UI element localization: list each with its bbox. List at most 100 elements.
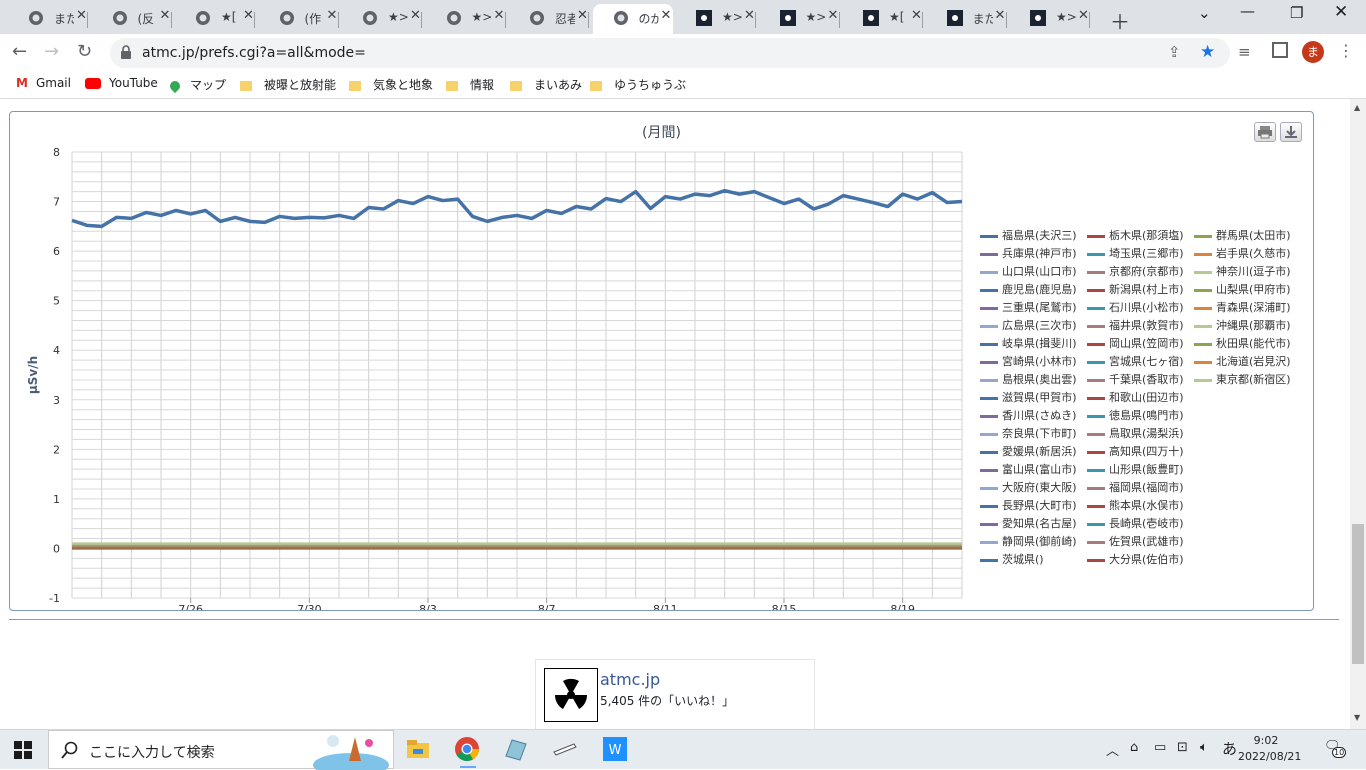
legend-item[interactable]: 愛媛県(新居浜) [980,443,1077,458]
legend-item[interactable]: 静岡県(御前崎) [980,533,1077,548]
battery-icon[interactable]: ▭ [1154,740,1166,755]
minimize-button[interactable]: — [1240,2,1255,20]
print-chart-button[interactable] [1254,122,1276,142]
browser-tab[interactable]: ★> ✕ [676,4,756,34]
ime-indicator[interactable]: あ [1222,738,1237,759]
legend-item[interactable]: 奈良県(下市町) [980,425,1077,440]
taskbar-clock[interactable]: 9:02 2022/08/21 [1238,733,1301,765]
browser-tab[interactable]: ★[✕ [175,4,255,34]
close-tab-icon[interactable]: ✕ [160,8,171,23]
browser-tab[interactable]: ★> ✕ [760,4,840,34]
legend-item[interactable]: 富山県(富山市) [980,461,1077,476]
legend-item[interactable]: 宮城県(七ヶ宿) [1087,353,1184,368]
word-processor-icon[interactable]: W [602,736,628,762]
bookmark-item[interactable]: 気象と地象 [349,76,433,93]
chrome-icon[interactable] [454,736,480,762]
legend-item[interactable]: 石川県(小松市) [1087,299,1184,314]
browser-tab[interactable]: ★[✕ [843,4,923,34]
legend-item[interactable]: 高知県(四万十) [1087,443,1184,458]
back-button[interactable]: ← [12,41,27,62]
legend-item[interactable]: 群馬県(太田市) [1194,227,1291,242]
close-tab-icon[interactable]: ✕ [744,8,755,23]
notification-center-icon[interactable]: 🗨︎ 10 [1324,739,1347,758]
share-icon[interactable]: ⇪ [1168,43,1181,61]
legend-item[interactable]: 京都府(京都市) [1087,263,1184,278]
legend-item[interactable]: 東京都(新宿区) [1194,371,1291,386]
legend-item[interactable]: 千葉県(香取市) [1087,371,1184,386]
legend-item[interactable]: 栃木県(那須塩) [1087,227,1184,242]
close-window-button[interactable]: ✕ [1334,2,1348,22]
remote-app-icon[interactable] [552,736,578,762]
windows-start-icon[interactable] [14,741,32,759]
close-tab-icon[interactable]: ✕ [828,8,839,23]
legend-item[interactable]: 福岡県(福岡市) [1087,479,1184,494]
scroll-up-arrow-icon[interactable]: ▲ [1354,103,1360,112]
legend-item[interactable]: 佐賀県(武雄市) [1087,533,1184,548]
legend-item[interactable]: 和歌山(田辺市) [1087,389,1184,404]
legend-item[interactable]: 大阪府(東大阪) [980,479,1077,494]
reload-button[interactable]: ↻ [77,41,92,62]
legend-item[interactable]: 山口県(山口市) [980,263,1077,278]
media-control-icon[interactable]: ≡ [1238,43,1251,61]
profile-avatar[interactable]: ま [1302,41,1324,63]
restore-button[interactable]: ❐ [1290,4,1303,22]
legend-item[interactable]: 兵庫県(神戸市) [980,245,1077,260]
address-bar[interactable]: atmc.jp/prefs.cgi?a=all&mode= ⇪ ★ [110,38,1230,68]
network-icon[interactable]: ⊡ [1177,740,1188,755]
export-chart-button[interactable] [1280,122,1302,142]
close-tab-icon[interactable]: ✕ [494,8,505,23]
browser-tab[interactable]: のが ✕ [592,4,673,34]
bookmark-item[interactable]: ゆうちゅうぶ [590,76,686,93]
volume-icon[interactable]: 🔈︎ [1200,740,1208,755]
scroll-down-arrow-icon[interactable]: ▼ [1354,713,1360,722]
new-tab-button[interactable]: ＋ [1110,6,1130,35]
browser-tab[interactable]: ★> ✕ [426,4,506,34]
legend-item[interactable]: 山形県(飯豊町) [1087,461,1184,476]
close-tab-icon[interactable]: ✕ [995,8,1006,23]
legend-item[interactable]: 鹿児島(鹿児島) [980,281,1077,296]
meet-now-icon[interactable]: ⌂ [1130,740,1138,755]
legend-item[interactable]: 新潟県(村上市) [1087,281,1184,296]
facebook-like-box[interactable]: atmc.jp 5,405 件の「いいね！」 [535,659,815,729]
page-scrollbar[interactable]: ▲ ▼ [1350,99,1366,729]
legend-item[interactable]: 福井県(敦賀市) [1087,317,1184,332]
bookmark-item[interactable]: YouTube [85,76,158,90]
legend-item[interactable]: 山梨県(甲府市) [1194,281,1291,296]
legend-item[interactable]: 宮崎県(小林市) [980,353,1077,368]
browser-tab[interactable]: (作 ✕ [259,4,339,34]
taskbar-search-box[interactable]: ここに入力して検索 [48,730,394,770]
legend-item[interactable]: 岩手県(久慈市) [1194,245,1291,260]
bookmark-item[interactable]: まいあみ [510,76,582,93]
close-tab-icon[interactable]: ✕ [911,8,922,23]
bookmark-item[interactable]: 情報 [446,76,494,93]
close-tab-icon[interactable]: ✕ [410,8,421,23]
browser-tab[interactable]: また ✕ [927,4,1007,34]
legend-item[interactable]: 滋賀県(甲賀市) [980,389,1077,404]
browser-tab[interactable]: ★> ✕ [1010,4,1090,34]
close-tab-icon[interactable]: ✕ [577,8,588,23]
close-tab-icon[interactable]: ✕ [243,8,254,23]
file-explorer-icon[interactable] [405,736,431,762]
legend-item[interactable]: 徳島県(鳴門市) [1087,407,1184,422]
facebook-page-name[interactable]: atmc.jp [600,670,660,689]
bookmark-star-icon[interactable]: ★ [1200,42,1215,62]
legend-item[interactable]: 茨城県() [980,551,1044,566]
browser-tab[interactable]: また ✕ [8,4,88,34]
legend-item[interactable]: 北海道(岩見沢) [1194,353,1291,368]
forward-button[interactable]: → [44,41,59,62]
legend-item[interactable]: 熊本県(水俣市) [1087,497,1184,512]
legend-item[interactable]: 島根県(奥出雲) [980,371,1077,386]
legend-item[interactable]: 鳥取県(湯梨浜) [1087,425,1184,440]
bookmark-item[interactable]: M Gmail [16,76,71,90]
notes-app-icon[interactable] [502,736,528,762]
legend-item[interactable]: 長崎県(壱岐市) [1087,515,1184,530]
menu-kebab-icon[interactable]: ⋮ [1338,41,1354,60]
tray-overflow-chevron-icon[interactable]: ︿ [1106,740,1119,759]
close-tab-icon[interactable]: ✕ [327,8,338,23]
legend-item[interactable]: 岡山県(笠岡市) [1087,335,1184,350]
browser-tab[interactable]: (反 ✕ [92,4,172,34]
legend-item[interactable]: 秋田県(能代市) [1194,335,1291,350]
browser-tab[interactable]: 忍者 ✕ [509,4,589,34]
tab-search-chevron-icon[interactable]: ⌄ [1198,4,1211,22]
legend-item[interactable]: 埼玉県(三郷市) [1087,245,1184,260]
